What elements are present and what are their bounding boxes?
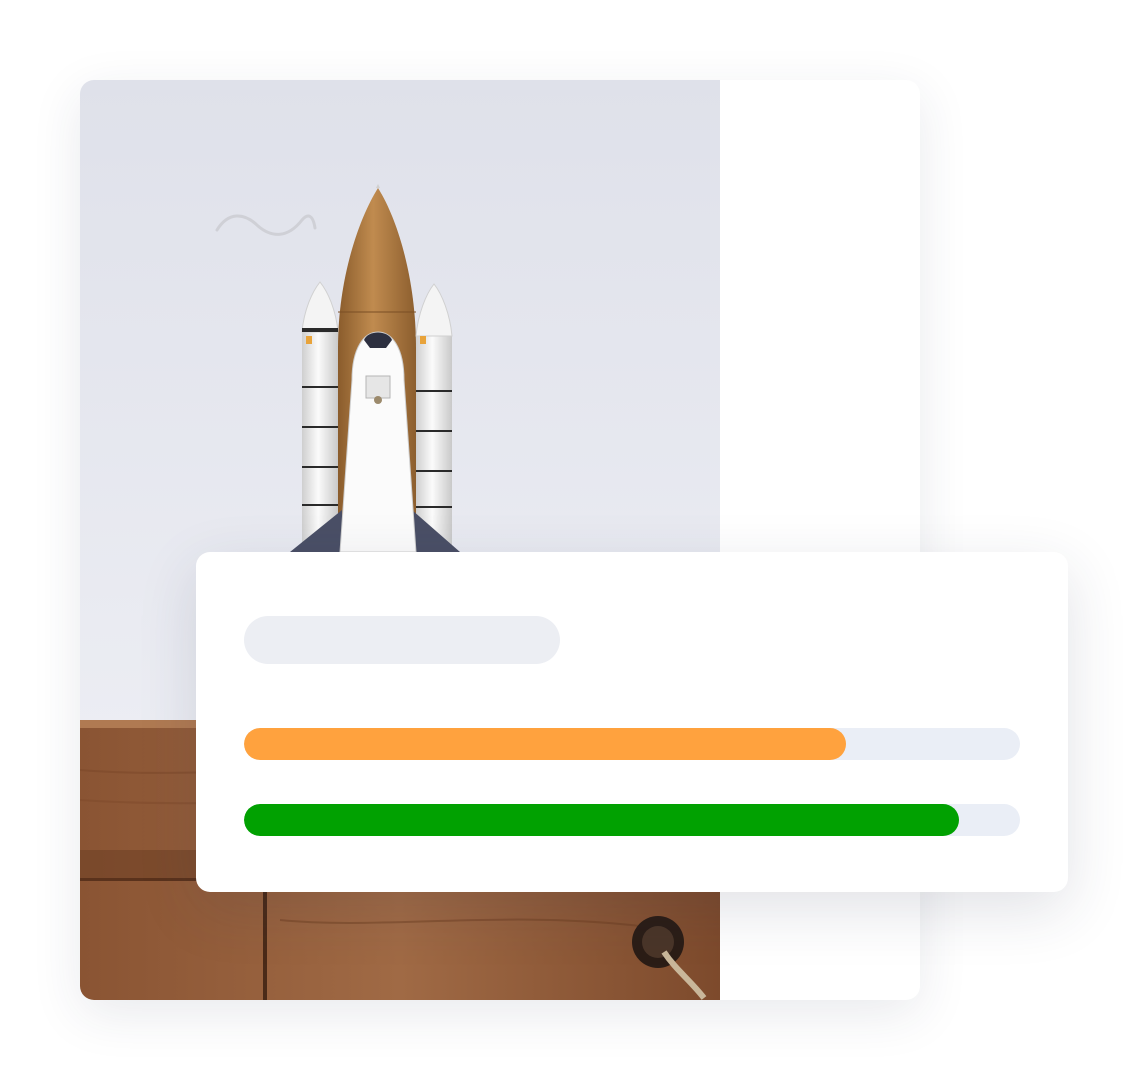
progress-card bbox=[196, 552, 1068, 892]
title-placeholder bbox=[244, 616, 560, 664]
progress-bar-secondary bbox=[244, 804, 1020, 836]
progress-bar-primary bbox=[244, 728, 1020, 760]
wave-icon bbox=[215, 214, 317, 236]
progress-fill-primary bbox=[244, 728, 847, 760]
progress-fill-secondary bbox=[244, 804, 959, 836]
